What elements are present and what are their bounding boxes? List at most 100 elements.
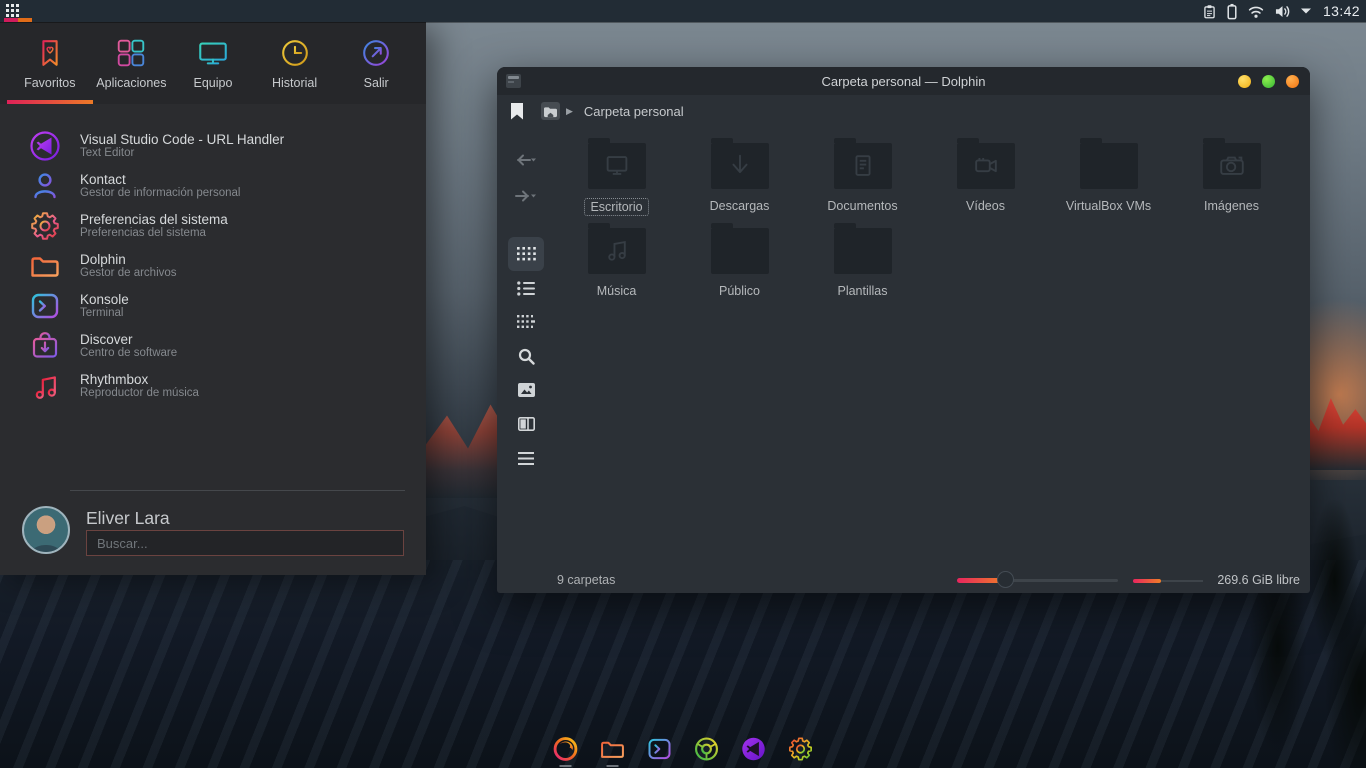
tab-label: Favoritos [24, 76, 75, 90]
tab-favoritos[interactable]: Favoritos [9, 22, 91, 104]
bookmark-icon[interactable] [511, 103, 523, 120]
breadcrumb-home-button[interactable] [541, 102, 560, 120]
favorite-subtitle: Centro de software [80, 347, 177, 360]
tab-label: Salir [364, 76, 389, 90]
folder-item-videos[interactable]: Vídeos [924, 143, 1047, 216]
dock-item-chrome[interactable] [691, 732, 723, 766]
favorite-title: Konsole [80, 292, 129, 307]
application-launcher-menu: Favoritos Aplicaciones Equipo [0, 22, 426, 575]
search-input[interactable] [86, 530, 404, 556]
network-icon[interactable] [1247, 4, 1265, 19]
music-glyph-icon [602, 236, 632, 266]
preview-toggle-button[interactable] [508, 373, 544, 407]
user-avatar [22, 506, 70, 554]
folder-item-escritorio[interactable]: Escritorio [555, 143, 678, 216]
zoom-slider-handle[interactable] [997, 571, 1014, 588]
folder-name: Imágenes [1199, 198, 1264, 214]
window-app-icon [506, 74, 521, 88]
maximize-button[interactable] [1262, 75, 1275, 88]
window-titlebar[interactable]: Carpeta personal — Dolphin [497, 67, 1310, 95]
gear-icon [27, 208, 63, 244]
minimize-button[interactable] [1238, 75, 1251, 88]
breadcrumb-arrow-icon: ▶ [566, 106, 573, 117]
volume-icon[interactable] [1274, 4, 1291, 19]
zoom-slider[interactable] [957, 579, 1118, 583]
tab-salir[interactable]: Salir [335, 22, 417, 104]
disk-usage-fill [1133, 579, 1161, 583]
folder-name: Documentos [822, 198, 902, 214]
breadcrumb-location[interactable]: Carpeta personal [584, 104, 684, 119]
favorites-list: Visual Studio Code - URL Handler Text Ed… [0, 126, 426, 406]
icons-view-button[interactable] [508, 237, 544, 271]
back-button[interactable] [508, 143, 544, 177]
folder-item-musica[interactable]: Música [555, 228, 678, 299]
dock-item-firefox[interactable] [550, 732, 582, 766]
tab-aplicaciones[interactable]: Aplicaciones [91, 22, 173, 104]
folder-icon [957, 143, 1015, 189]
favorite-subtitle: Text Editor [80, 147, 284, 160]
favorite-item-discover[interactable]: Discover Centro de software [0, 326, 426, 366]
top-panel: 13:42 [0, 0, 1366, 22]
folder-name: VirtualBox VMs [1061, 198, 1156, 214]
favorite-subtitle: Preferencias del sistema [80, 227, 228, 240]
tab-historial[interactable]: Historial [254, 22, 336, 104]
location-bar: ▶ Carpeta personal [497, 95, 1310, 127]
app-grid-icon [114, 36, 148, 70]
battery-icon[interactable] [1226, 3, 1238, 20]
clock-time[interactable]: 13:42 [1321, 3, 1360, 19]
terminal-icon [645, 734, 675, 764]
favorite-item-rhythmbox[interactable]: Rhythmbox Reproductor de música [0, 366, 426, 406]
favorite-subtitle: Terminal [80, 307, 129, 320]
menu-button[interactable] [508, 441, 544, 475]
list-view-icon [517, 281, 535, 296]
dock-item-vscode[interactable] [738, 732, 770, 766]
list-view-button[interactable] [508, 271, 544, 305]
logout-icon [359, 36, 393, 70]
window-controls [1238, 75, 1299, 88]
dock-item-settings[interactable] [785, 732, 817, 766]
desktop-glyph-icon [602, 151, 632, 181]
folder-item-imagenes[interactable]: Imágenes [1170, 143, 1293, 216]
details-view-button[interactable] [508, 305, 544, 339]
favorite-item-preferencias[interactable]: Preferencias del sistema Preferencias de… [0, 206, 426, 246]
file-manager-icon [598, 734, 628, 764]
favorite-item-vscode[interactable]: Visual Studio Code - URL Handler Text Ed… [0, 126, 426, 166]
image-icon [518, 383, 535, 397]
folder-name: Música [592, 283, 642, 299]
gear-icon [786, 734, 816, 764]
folder-item-plantillas[interactable]: Plantillas [801, 228, 924, 299]
close-button[interactable] [1286, 75, 1299, 88]
clipboard-icon[interactable] [1202, 3, 1217, 20]
folder-item-publico[interactable]: Público [678, 228, 801, 299]
launcher-grid-icon [6, 2, 36, 17]
forward-button[interactable] [508, 179, 544, 213]
folder-item-virtualbox[interactable]: VirtualBox VMs [1047, 143, 1170, 216]
folder-icon [1203, 143, 1261, 189]
split-view-button[interactable] [508, 407, 544, 441]
favorite-subtitle: Reproductor de música [80, 387, 199, 400]
details-view-icon [517, 315, 535, 330]
chevron-down-icon[interactable] [1300, 7, 1312, 15]
dock-item-file-manager[interactable] [597, 732, 629, 766]
status-bar: 9 carpetas 269.6 GiB libre [497, 566, 1310, 593]
folder-icon [834, 143, 892, 189]
folder-item-documentos[interactable]: Documentos [801, 143, 924, 216]
favorite-item-dolphin[interactable]: Dolphin Gestor de archivos [0, 246, 426, 286]
folder-name: Descargas [705, 198, 775, 214]
folder-icon [1080, 143, 1138, 189]
favorite-title: Preferencias del sistema [80, 212, 228, 227]
folder-item-descargas[interactable]: Descargas [678, 143, 801, 216]
tab-label: Aplicaciones [96, 76, 166, 90]
bookmark-heart-icon [33, 36, 67, 70]
tab-label: Historial [272, 76, 317, 90]
favorite-item-kontact[interactable]: Kontact Gestor de información personal [0, 166, 426, 206]
person-icon [27, 168, 63, 204]
tab-label: Equipo [194, 76, 233, 90]
dock-item-konsole[interactable] [644, 732, 676, 766]
favorite-subtitle: Gestor de archivos [80, 267, 177, 280]
terminal-icon [27, 288, 63, 324]
favorite-title: Rhythmbox [80, 372, 199, 387]
favorite-item-konsole[interactable]: Konsole Terminal [0, 286, 426, 326]
search-button[interactable] [508, 339, 544, 373]
tab-equipo[interactable]: Equipo [172, 22, 254, 104]
